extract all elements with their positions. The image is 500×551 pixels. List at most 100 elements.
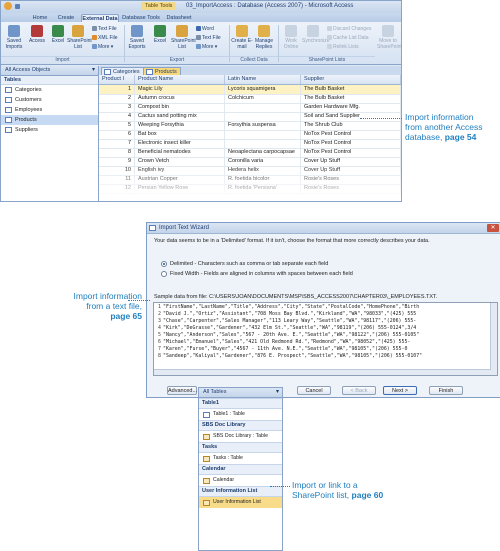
table-cell[interactable]: Neoaplectana carpocapsae: [225, 148, 301, 157]
tab-create[interactable]: Create: [55, 14, 77, 22]
cancel-button[interactable]: Cancel: [297, 386, 331, 395]
table-cell[interactable]: Garden Hardware Mfg.: [301, 103, 401, 112]
advanced-button[interactable]: Advanced...: [167, 386, 197, 395]
saved-exports-button[interactable]: Saved Exports: [126, 25, 148, 50]
table-cell[interactable]: 2: [99, 94, 135, 103]
table-cell[interactable]: Forsythia suspensa: [225, 121, 301, 130]
table-cell[interactable]: NoTox Pest Control: [301, 139, 401, 148]
column-header[interactable]: Latin Name: [225, 75, 301, 84]
table-cell[interactable]: Magic Lily: [135, 85, 225, 94]
table-cell[interactable]: 4: [99, 112, 135, 121]
finish-button[interactable]: Finish: [429, 386, 463, 395]
next-button[interactable]: Next >: [383, 386, 417, 395]
import-access-button[interactable]: Access: [26, 25, 48, 44]
nav-item-products[interactable]: Products: [1, 115, 98, 125]
sample-data-preview[interactable]: 1 "FirstName","LastName","Title","Address…: [153, 302, 498, 376]
saved-imports-button[interactable]: Saved Imports: [3, 25, 25, 50]
horizontal-scrollbar[interactable]: [154, 369, 491, 375]
export-word-button[interactable]: Word: [196, 26, 214, 32]
table-cell[interactable]: [225, 112, 301, 121]
column-header[interactable]: Product Name: [135, 75, 225, 84]
chevron-down-icon[interactable]: ▾: [92, 66, 95, 75]
group-sbs-doc-library[interactable]: SBS Doc Library: [199, 420, 282, 431]
export-excel-button[interactable]: Excel: [149, 25, 171, 44]
move-to-sharepoint-button[interactable]: Move to SharePoint: [377, 25, 401, 50]
close-icon[interactable]: ✕: [487, 224, 499, 232]
discard-changes-button[interactable]: Discard Changes: [327, 26, 371, 32]
excel-icon: [52, 25, 64, 37]
fixed-width-radio[interactable]: Fixed Width - Fields are aligned in colu…: [161, 270, 353, 278]
tab-home[interactable]: Home: [29, 14, 51, 22]
table-cell[interactable]: The Shrub Club: [301, 121, 401, 130]
table-cell[interactable]: Compost bin: [135, 103, 225, 112]
table-cell[interactable]: Beneficial nematodes: [135, 148, 225, 157]
table-cell[interactable]: [225, 130, 301, 139]
table-cell[interactable]: Colchicum: [225, 94, 301, 103]
table-cell[interactable]: Electronic insect killer: [135, 139, 225, 148]
table-cell[interactable]: The Bulb Basket: [301, 85, 401, 94]
office-button[interactable]: [4, 2, 12, 10]
column-header[interactable]: Product I: [99, 75, 135, 84]
chevron-down-icon[interactable]: ▾: [276, 388, 279, 397]
import-sharepoint-button[interactable]: SharePoint List: [67, 25, 92, 50]
all-tables-header[interactable]: All Tables ▾: [199, 388, 282, 398]
table-cell[interactable]: 5: [99, 121, 135, 130]
table-cell[interactable]: 6: [99, 130, 135, 139]
delimited-radio[interactable]: Delimited - Characters such as comma or …: [161, 260, 328, 268]
table-cell[interactable]: 8: [99, 148, 135, 157]
table-cell[interactable]: [225, 139, 301, 148]
save-icon[interactable]: [15, 4, 20, 9]
import-more-button[interactable]: More ▾: [92, 44, 113, 50]
group-calendar[interactable]: Calendar: [199, 464, 282, 475]
export-more-button[interactable]: More ▾: [196, 44, 217, 50]
table-cell[interactable]: NoTox Pest Control: [301, 148, 401, 157]
nav-item-suppliers[interactable]: Suppliers: [1, 125, 98, 135]
discard-icon: [327, 26, 332, 31]
table-cell[interactable]: Soil and Sand Supplier: [301, 112, 401, 121]
line-number: 2: [158, 311, 161, 317]
import-text-file-button[interactable]: Text File: [92, 26, 117, 32]
tab-datasheet[interactable]: Datasheet: [165, 14, 193, 22]
work-online-button[interactable]: Work Online: [280, 25, 302, 50]
nav-item-user-information-list[interactable]: User Information List: [199, 497, 282, 508]
cache-list-data-button[interactable]: Cache List Data: [327, 35, 369, 41]
nav-item-employees[interactable]: Employees: [1, 105, 98, 115]
back-button[interactable]: < Back: [342, 386, 376, 395]
table-cell[interactable]: [225, 103, 301, 112]
manage-replies-button[interactable]: Manage Replies: [253, 25, 275, 50]
table-cell[interactable]: Weeping Forsythia: [135, 121, 225, 130]
import-excel-button[interactable]: Excel: [47, 25, 69, 44]
wizard-icon: [149, 225, 156, 231]
table-cell[interactable]: 1: [99, 85, 135, 94]
table-cell[interactable]: 3: [99, 103, 135, 112]
nav-item-sbs-doc-library[interactable]: SBS Doc Library : Table: [199, 431, 282, 442]
table-cell[interactable]: 7: [99, 139, 135, 148]
export-sharepoint-button[interactable]: SharePoint List: [171, 25, 196, 50]
vertical-scrollbar[interactable]: [490, 303, 497, 375]
table-icon: [5, 97, 12, 103]
nav-item-calendar[interactable]: Calendar: [199, 475, 282, 486]
nav-item-customers[interactable]: Customers: [1, 95, 98, 105]
table-cell[interactable]: Bat box: [135, 130, 225, 139]
nav-item-categories[interactable]: Categories: [1, 85, 98, 95]
table-cell[interactable]: Cactus sand potting mix: [135, 112, 225, 121]
export-text-file-button[interactable]: Text File: [196, 35, 221, 41]
group-table1[interactable]: Table1: [199, 398, 282, 409]
table-cell[interactable]: Lycoris squamigera: [225, 85, 301, 94]
table-cell[interactable]: NoTox Pest Control: [301, 130, 401, 139]
group-tasks[interactable]: Tasks: [199, 442, 282, 453]
group-user-information-list[interactable]: User Information List: [199, 486, 282, 497]
wizard-intro: Your data seems to be in a 'Delimited' f…: [154, 238, 430, 244]
synchronize-button[interactable]: Synchronize: [302, 25, 330, 44]
column-header[interactable]: Supplier: [301, 75, 401, 84]
table-cell[interactable]: Autumn crocus: [135, 94, 225, 103]
tab-database-tools[interactable]: Database Tools: [121, 14, 161, 22]
import-xml-file-button[interactable]: XML File: [92, 35, 118, 41]
nav-item-tasks[interactable]: Tasks : Table: [199, 453, 282, 464]
nav-item-table1[interactable]: Table1 : Table: [199, 409, 282, 420]
nav-category-tables[interactable]: Tables: [1, 76, 98, 85]
table-cell[interactable]: The Bulb Basket: [301, 94, 401, 103]
relink-lists-button[interactable]: Relink Lists: [327, 44, 359, 50]
create-email-button[interactable]: Create E-mail: [231, 25, 253, 50]
nav-header[interactable]: All Access Objects ▾: [1, 66, 98, 76]
